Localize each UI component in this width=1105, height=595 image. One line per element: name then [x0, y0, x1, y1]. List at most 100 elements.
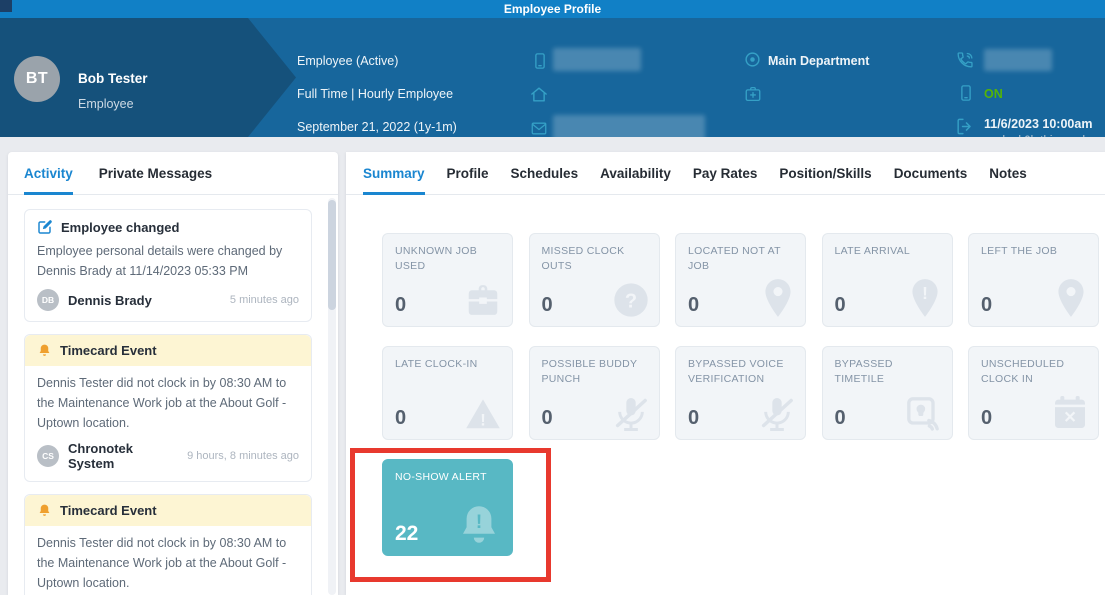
bell-icon [37, 343, 52, 358]
first-aid-icon [744, 85, 762, 103]
metric-label: BYPASSED TIMETILE [823, 347, 952, 387]
employee-avatar: BT [14, 56, 60, 102]
metric-label: UNSCHEDULED CLOCK IN [969, 347, 1098, 387]
tab-availability[interactable]: Availability [600, 152, 671, 195]
event-title: Employee changed [61, 220, 179, 235]
metric-card-missed-clock-outs[interactable]: MISSED CLOCK OUTS 0? [529, 233, 660, 327]
event-description: Dennis Tester did not clock in by 08:30 … [37, 533, 299, 593]
department-target-icon [744, 51, 761, 68]
sign-out-icon [955, 117, 974, 136]
event-footer: DBDennis Brady5 minutes ago [37, 289, 299, 311]
metric-label: LATE ARRIVAL [823, 234, 952, 259]
bell-alert-icon: ! [454, 501, 504, 549]
metric-card-bypassed-timetile[interactable]: BYPASSED TIMETILE 0 [822, 346, 953, 440]
metric-value: 0 [688, 294, 699, 317]
event-author: Dennis Brady [68, 293, 152, 308]
employee-role: Employee [78, 97, 134, 111]
metric-card-late-arrival[interactable]: LATE ARRIVAL 0! [822, 233, 953, 327]
tab-pay-rates[interactable]: Pay Rates [693, 152, 758, 195]
activity-panel: Activity Private Messages Employee change… [8, 152, 338, 595]
home-icon [529, 85, 549, 104]
corner-artifact [0, 0, 12, 12]
metric-value: 0 [688, 407, 699, 430]
metric-label: MISSED CLOCK OUTS [530, 234, 659, 274]
metric-value: 0 [542, 407, 553, 430]
question-circle-icon: ? [611, 280, 651, 320]
department-name: Main Department [768, 54, 869, 68]
event-title-row: Timecard Event [25, 495, 311, 526]
metric-label: LATE CLOCK-IN [383, 347, 512, 372]
page-title: Employee Profile [504, 2, 601, 16]
tab-schedules[interactable]: Schedules [511, 152, 579, 195]
map-pin-icon [1052, 276, 1090, 320]
activity-event-card: Employee changed Employee personal detail… [24, 209, 312, 322]
warning-triangle-icon: ! [462, 395, 504, 433]
metric-value: 0 [395, 294, 406, 317]
tab-notes[interactable]: Notes [989, 152, 1027, 195]
tab-profile[interactable]: Profile [447, 152, 489, 195]
activity-feed: Employee changed Employee personal detail… [8, 195, 338, 595]
metric-card-unknown-job-used[interactable]: UNKNOWN JOB USED0 [382, 233, 513, 327]
activity-event-card: Timecard Event Dennis Tester did not cloc… [24, 494, 312, 595]
last-punch-time: 11/6/2023 10:00am [984, 117, 1092, 131]
event-author: Chronotek System [68, 441, 178, 471]
metric-card-possible-buddy-punch[interactable]: POSSIBLE BUDDY PUNCH 0 [529, 346, 660, 440]
edit-icon [37, 219, 53, 235]
svg-text:?: ? [624, 290, 636, 312]
tab-position-skills[interactable]: Position/Skills [779, 152, 871, 195]
envelope-icon [529, 120, 549, 137]
redacted-phone-number [553, 48, 641, 71]
metric-card-unscheduled-clock-in[interactable]: UNSCHEDULED CLOCK IN 0 ✕ [968, 346, 1099, 440]
metric-label: NO-SHOW ALERT [383, 460, 512, 485]
employee-name: Bob Tester [78, 71, 148, 86]
event-description: Employee personal details were changed b… [37, 241, 299, 281]
metric-value: 22 [395, 522, 418, 546]
svg-text:✕: ✕ [1063, 410, 1076, 427]
svg-text:!: ! [476, 512, 482, 533]
event-timestamp: 9 hours, 8 minutes ago [187, 450, 299, 462]
metric-card-bypassed-voice-verification[interactable]: BYPASSED VOICE VERIFICATION 0 [675, 346, 806, 440]
mobile-phone-icon [531, 51, 549, 71]
hire-date: September 21, 2022 (1y-1m) [297, 120, 457, 134]
metric-value: 0 [835, 294, 846, 317]
activity-event-card: Timecard EventDennis Tester did not cloc… [24, 334, 312, 482]
metric-card-no-show-alert[interactable]: NO-SHOW ALERT 22! [382, 459, 513, 556]
svg-text:!: ! [922, 283, 928, 303]
metric-value: 0 [981, 294, 992, 317]
employee-status: Employee (Active) [297, 54, 398, 68]
metric-value: 0 [395, 407, 406, 430]
profile-header: BT Bob Tester Employee Employee (Active)… [0, 18, 1105, 137]
author-avatar: CS [37, 445, 59, 467]
metric-value: 0 [542, 294, 553, 317]
summary-panel: Summary Profile Schedules Availability Pay R… [346, 152, 1105, 595]
tab-summary[interactable]: Summary [363, 152, 425, 195]
metric-value: 0 [981, 407, 992, 430]
mic-slash-icon [757, 393, 797, 433]
metric-label: LEFT THE JOB [969, 234, 1098, 259]
activity-tabs: Activity Private Messages [8, 152, 338, 195]
calendar-x-icon: ✕ [1050, 393, 1090, 433]
event-footer: CS Chronotek System 9 hours, 8 minutes ago [37, 441, 299, 471]
tab-documents[interactable]: Documents [894, 152, 968, 195]
metric-card-late-clock-in[interactable]: LATE CLOCK-IN 0! [382, 346, 513, 440]
metric-card-located-not-at-job[interactable]: LOCATED NOT AT JOB0 [675, 233, 806, 327]
employment-type: Full Time | Hourly Employee [297, 87, 453, 101]
tab-private-messages[interactable]: Private Messages [99, 152, 212, 195]
phone-status: ON [984, 87, 1003, 101]
mic-slash-icon [611, 393, 651, 433]
metric-value: 0 [835, 407, 846, 430]
redacted-email [553, 115, 705, 137]
scrollbar-thumb[interactable] [328, 200, 336, 310]
profile-tabs: Summary Profile Schedules Availability Pay R… [346, 152, 1105, 195]
metric-card-left-the-job[interactable]: LEFT THE JOB 0 [968, 233, 1099, 327]
event-title: Timecard Event [60, 503, 157, 518]
metric-label: BYPASSED VOICE VERIFICATION [676, 347, 805, 387]
metric-label: POSSIBLE BUDDY PUNCH [530, 347, 659, 387]
phone-call-icon [955, 50, 975, 70]
event-title: Timecard Event [60, 343, 157, 358]
timetile-icon [902, 393, 944, 433]
map-pin-icon [759, 276, 797, 320]
tab-activity[interactable]: Activity [24, 152, 73, 195]
titlebar: Employee Profile [0, 0, 1105, 18]
worked-hours: worked 0h this week [984, 135, 1088, 137]
